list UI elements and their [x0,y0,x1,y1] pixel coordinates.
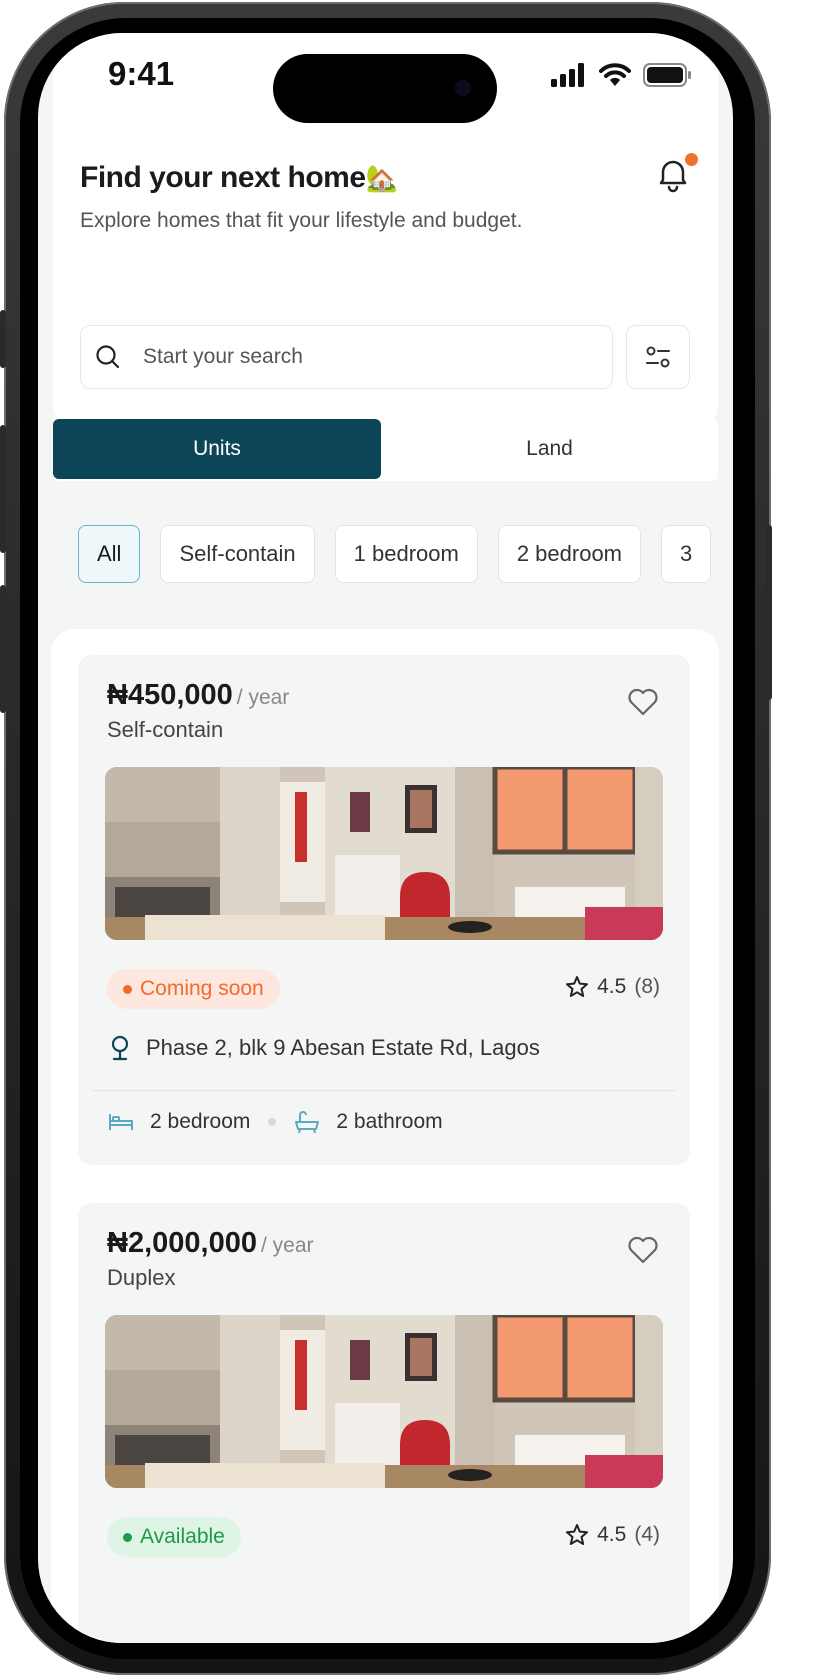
bathtub-icon [295,1111,320,1134]
cellular-signal-icon [551,63,584,87]
price-value: ₦450,000 [107,679,233,711]
silent-switch [0,310,6,368]
notification-button[interactable] [651,153,698,197]
separator-dot [268,1118,277,1126]
sliders-icon [646,346,670,368]
chip-all[interactable]: All [78,525,141,583]
search-bar[interactable] [80,325,613,389]
filter-button[interactable] [626,325,690,389]
property-type: Self-contain [107,717,224,742]
status-badge: Coming soon [107,969,280,1009]
listing-price: ₦450,000/ year [107,679,289,712]
bathroom-label: 2 bathroom [336,1110,443,1133]
page-title-text: Find your next home [80,161,366,194]
address: Phase 2, blk 9 Abesan Estate Rd, Lagos [108,1035,540,1061]
property-features: 2 bedroom 2 bathroom [108,1110,443,1134]
listing-price: ₦2,000,000/ year [107,1227,314,1260]
address-text: Phase 2, blk 9 Abesan Estate Rd, Lagos [146,1035,540,1060]
page-subtitle: Explore homes that fit your lifestyle an… [80,209,523,232]
volume-up-button [0,425,6,553]
search-icon [96,345,120,369]
wifi-icon [599,63,631,86]
rating-value: 4.5 [597,1523,627,1546]
battery-icon [643,63,691,87]
status-icons [551,63,693,87]
screen: 9:41 Find your next home🏡 Explore homes … [38,33,733,1643]
location-pin-icon [111,1035,129,1061]
heart-icon[interactable] [626,685,660,719]
bedroom-count: 2 bedroom [108,1110,250,1134]
chip-1-bedroom[interactable]: 1 bedroom [334,525,478,583]
property-photo[interactable] [105,767,663,940]
rating-value: 4.5 [597,975,627,998]
tab-land[interactable]: Land [381,419,718,479]
price-unit: / year [236,686,290,709]
bed-icon [109,1114,133,1130]
rating-count: (8) [634,975,660,998]
filter-chips: All Self-contain 1 bedroom 2 bedroom 3 [78,525,712,583]
chip-self-contain[interactable]: Self-contain [160,525,315,583]
category-tabs: Units Land [53,419,718,481]
page-title: Find your next home🏡 [80,161,398,195]
house-emoji-icon: 🏡 [365,163,398,193]
star-icon [566,1524,589,1545]
property-photo[interactable] [105,1315,663,1488]
price-value: ₦2,000,000 [107,1227,257,1259]
status-badge: Available [107,1517,241,1557]
listing-card[interactable]: ₦2,000,000/ year Duplex Available 4.5 (4… [78,1203,690,1643]
rating: 4.5 (8) [565,975,660,999]
property-type: Duplex [107,1265,176,1290]
tab-units[interactable]: Units [53,419,381,479]
volume-down-button [0,585,6,713]
chip-3-bedroom[interactable]: 3 [661,525,712,583]
status-dot [123,1532,132,1542]
heart-icon[interactable] [626,1233,660,1267]
notification-dot [685,153,698,166]
search-input[interactable] [141,344,565,370]
status-time: 9:41 [108,55,175,92]
power-button [766,525,772,700]
rating-count: (4) [634,1523,660,1546]
bathroom-count: 2 bathroom [294,1110,443,1134]
status-label: Available [140,1525,225,1548]
camera-icon [455,80,471,96]
chip-2-bedroom[interactable]: 2 bedroom [497,525,642,583]
status-label: Coming soon [140,977,264,1000]
listing-card[interactable]: ₦450,000/ year Self-contain Coming soon … [78,655,690,1165]
bedroom-label: 2 bedroom [150,1110,251,1133]
dynamic-island [273,54,497,123]
price-unit: / year [260,1234,314,1257]
status-dot [123,984,132,994]
listings-panel: ₦450,000/ year Self-contain Coming soon … [51,629,719,1643]
star-icon [566,976,589,997]
divider [92,1090,676,1091]
rating: 4.5 (4) [565,1523,660,1547]
